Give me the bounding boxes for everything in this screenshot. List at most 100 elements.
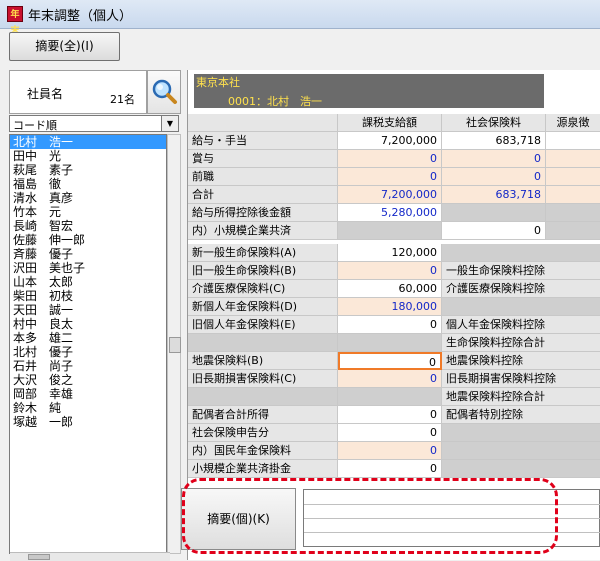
taxable-amount-cell[interactable]: 0 [338, 168, 442, 186]
column-header-withholding: 源泉徴 [546, 114, 600, 132]
employee-list[interactable]: 北村 浩一 田中 光萩尾 素子 福島 徹清水 真彦 竹本 元長崎 智宏 佐藤 伸一郎 斉藤… [9, 134, 167, 554]
insurance-row-label: 小規模企業共済掛金 [188, 460, 338, 478]
column-header-blank [188, 114, 338, 132]
income-row-label: 内）小規模企業共済 [188, 222, 338, 240]
grid-row: 合計 7,200,000 683,718 [188, 186, 600, 204]
insurance-row-label: 内）国民年金保険料 [188, 442, 338, 460]
employee-list-scrollbar[interactable] [167, 134, 181, 554]
social-insurance-cell[interactable]: 0 [442, 222, 546, 240]
insurance-row-label [188, 388, 338, 406]
social-insurance-cell[interactable]: 683,718 [442, 186, 546, 204]
grid-row: 給与・手当 7,200,000 683,718 [188, 132, 600, 150]
deduction-label: 一般生命保険料控除 [442, 262, 600, 280]
employee-list-item[interactable]: 村中 良太 [10, 317, 166, 331]
employee-list-item[interactable]: 北村 浩一 [10, 135, 166, 149]
employee-list-item[interactable]: 沢田 美也子 [10, 261, 166, 275]
column-header-taxable: 課税支給額 [338, 114, 442, 132]
employee-list-item[interactable]: 本多 雄二 [10, 331, 166, 345]
withholding-cell[interactable] [546, 204, 600, 222]
grid-row: 旧個人年金保険料(E) 0 個人年金保険料控除 [188, 316, 600, 334]
employee-list-item[interactable]: 塚越 一郎 [10, 415, 166, 429]
social-insurance-cell[interactable]: 683,718 [442, 132, 546, 150]
employee-list-item[interactable]: 萩尾 素子 [10, 163, 166, 177]
grid-row: 地震保険料控除合計 [188, 388, 600, 406]
employee-list-item[interactable]: 田中 光 [10, 149, 166, 163]
income-row-label: 給与・手当 [188, 132, 338, 150]
insurance-amount-cell[interactable]: 0 [338, 262, 442, 280]
withholding-cell[interactable] [546, 132, 600, 150]
insurance-amount-cell[interactable]: 0 [338, 406, 442, 424]
employee-list-item[interactable]: 岡部 幸雄 [10, 387, 166, 401]
employee-list-item[interactable]: 清水 真彦 [10, 191, 166, 205]
magnifier-icon [152, 79, 177, 104]
employee-list-item[interactable]: 大沢 俊之 [10, 373, 166, 387]
employee-list-item[interactable]: 佐藤 伸一郎 [10, 233, 166, 247]
insurance-amount-cell[interactable]: 0 [338, 316, 442, 334]
insurance-row-label [188, 334, 338, 352]
social-insurance-cell[interactable] [442, 204, 546, 222]
social-insurance-cell[interactable]: 0 [442, 168, 546, 186]
insurance-amount-cell [338, 388, 442, 406]
deduction-label: 地震保険料控除合計 [442, 388, 600, 406]
scrollbar-thumb[interactable] [28, 554, 50, 560]
deduction-label: 旧長期損害保険料控除 [442, 370, 600, 388]
insurance-amount-cell[interactable]: 120,000 [338, 244, 442, 262]
employee-list-item[interactable]: 柴田 初枝 [10, 289, 166, 303]
insurance-amount-cell[interactable]: 60,000 [338, 280, 442, 298]
annotation-highlight [182, 478, 558, 554]
grid-row: 旧一般生命保険料(B) 0 一般生命保険料控除 [188, 262, 600, 280]
app-icon: 年末 [7, 6, 23, 36]
grid-row: 前職 0 0 [188, 168, 600, 186]
employee-list-item[interactable]: 北村 優子 [10, 345, 166, 359]
taxable-amount-cell[interactable]: 5,280,000 [338, 204, 442, 222]
employee-list-item[interactable]: 福島 徹 [10, 177, 166, 191]
taxable-amount-cell[interactable]: 7,200,000 [338, 186, 442, 204]
summary-all-button[interactable]: 摘要(全)(I) [9, 32, 120, 61]
insurance-amount-cell [338, 334, 442, 352]
taxable-amount-cell[interactable]: 7,200,000 [338, 132, 442, 150]
insurance-amount-cell[interactable]: 0 [338, 352, 442, 370]
employee-list-item[interactable]: 斉藤 優子 [10, 247, 166, 261]
deduction-label: 介護医療保険料控除 [442, 280, 600, 298]
insurance-row-label: 旧長期損害保険料(C) [188, 370, 338, 388]
taxable-amount-cell[interactable] [338, 222, 442, 240]
taxable-amount-cell[interactable]: 0 [338, 150, 442, 168]
employee-list-item[interactable]: 石井 尚子 [10, 359, 166, 373]
insurance-amount-cell[interactable]: 0 [338, 424, 442, 442]
search-button[interactable] [147, 70, 181, 114]
chevron-down-icon[interactable]: ▼ [161, 116, 178, 131]
insurance-row-label: 介護医療保険料(C) [188, 280, 338, 298]
employee-list-item[interactable]: 竹本 元 [10, 205, 166, 219]
employee-list-item[interactable]: 天田 誠一 [10, 303, 166, 317]
insurance-row-label: 社会保険申告分 [188, 424, 338, 442]
sort-order-select[interactable]: コード順 ▼ [9, 115, 179, 132]
withholding-cell[interactable] [546, 186, 600, 204]
income-row-label: 合計 [188, 186, 338, 204]
income-row-label: 賞与 [188, 150, 338, 168]
insurance-row-label: 新一般生命保険料(A) [188, 244, 338, 262]
grid-row: 給与所得控除後金額 5,280,000 [188, 204, 600, 222]
employee-panel: 社員名 21名 コード順 ▼ 北村 浩一 田中 光萩尾 素子 福島 徹清水 真彦 竹本… [9, 70, 181, 560]
grid-row: 内）小規模企業共済 0 [188, 222, 600, 240]
insurance-row-label: 地震保険料(B) [188, 352, 338, 370]
scrollbar-thumb[interactable] [169, 337, 181, 353]
social-insurance-cell[interactable]: 0 [442, 150, 546, 168]
deduction-label [442, 460, 600, 478]
grid-row: 小規模企業共済掛金 0 [188, 460, 600, 478]
sort-order-value: コード順 [13, 119, 57, 132]
withholding-cell[interactable] [546, 150, 600, 168]
employee-list-item[interactable]: 山本 太郎 [10, 275, 166, 289]
employee-list-item[interactable]: 長崎 智宏 [10, 219, 166, 233]
withholding-cell[interactable] [546, 168, 600, 186]
employee-count: 21名 [110, 93, 135, 106]
office-name: 東京本社 [196, 76, 240, 89]
grid-row: 旧長期損害保険料(C) 0 旧長期損害保険料控除 [188, 370, 600, 388]
insurance-amount-cell[interactable]: 180,000 [338, 298, 442, 316]
insurance-amount-cell[interactable]: 0 [338, 370, 442, 388]
window-title: 年末調整（個人） [28, 9, 133, 24]
grid-row: 課税支給額 社会保険料 源泉徴 [188, 114, 600, 132]
insurance-amount-cell[interactable]: 0 [338, 460, 442, 478]
insurance-amount-cell[interactable]: 0 [338, 442, 442, 460]
withholding-cell[interactable] [546, 222, 600, 240]
employee-list-item[interactable]: 鈴木 純 [10, 401, 166, 415]
